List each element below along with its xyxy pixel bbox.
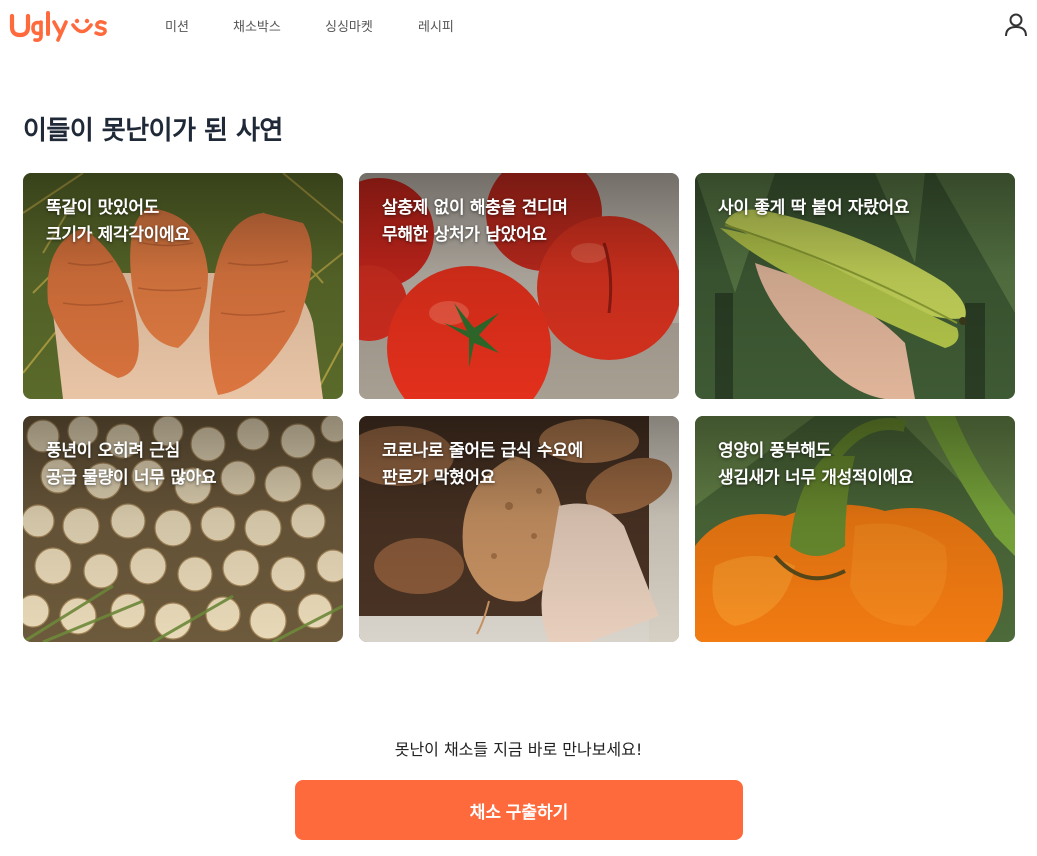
caption-line: 크기가 제각각이에요: [46, 225, 190, 245]
story-card-bell-pepper[interactable]: 영양이 풍부해도 생김새가 너무 개성적이에요: [695, 416, 1015, 642]
story-card-carrots[interactable]: 똑같이 맛있어도 크기가 제각각이에요: [23, 173, 343, 399]
story-card-bananas[interactable]: 사이 좋게 딱 붙어 자랐어요: [695, 173, 1015, 399]
caption-line: 무해한 상처가 남았어요: [382, 225, 547, 245]
story-card-tomatoes[interactable]: 살충제 없이 해충을 견디며 무해한 상처가 남았어요: [359, 173, 679, 399]
card-caption: 영양이 풍부해도 생김새가 너무 개성적이에요: [718, 438, 914, 492]
nav-item-recipe[interactable]: 레시피: [418, 16, 454, 35]
caption-line: 사이 좋게 딱 붙어 자랐어요: [718, 198, 910, 218]
story-card-onions[interactable]: 풍년이 오히려 근심 공급 물량이 너무 많아요: [23, 416, 343, 642]
card-caption: 코로나로 줄어든 급식 수요에 판로가 막혔어요: [382, 438, 583, 492]
user-icon: [1005, 13, 1027, 37]
nav-item-vegetable-box[interactable]: 채소박스: [233, 16, 281, 35]
card-caption: 풍년이 오히려 근심 공급 물량이 너무 많아요: [46, 438, 217, 492]
nav-item-fresh-market[interactable]: 싱싱마켓: [325, 16, 373, 35]
card-caption: 똑같이 맛있어도 크기가 제각각이에요: [46, 195, 190, 249]
caption-line: 공급 물량이 너무 많아요: [46, 468, 217, 488]
top-header: 미션 채소박스 싱싱마켓 레시피: [0, 0, 1037, 52]
page-title: 이들이 못난이가 된 사연: [23, 116, 283, 146]
nav-item-mission[interactable]: 미션: [165, 16, 189, 35]
user-account-button[interactable]: [1002, 11, 1030, 39]
cta-message: 못난이 채소들 지금 바로 만나보세요!: [394, 740, 643, 759]
caption-line: 살충제 없이 해충을 견디며: [382, 198, 568, 218]
caption-line: 똑같이 맛있어도: [46, 198, 159, 218]
caption-line: 생김새가 너무 개성적이에요: [718, 468, 914, 488]
story-card-sweet-potatoes[interactable]: 코로나로 줄어든 급식 수요에 판로가 막혔어요: [359, 416, 679, 642]
ugly-us-logo[interactable]: [9, 8, 109, 42]
caption-line: 판로가 막혔어요: [382, 468, 495, 488]
caption-line: 영양이 풍부해도: [718, 441, 831, 461]
caption-line: 풍년이 오히려 근심: [46, 441, 180, 461]
caption-line: 코로나로 줄어든 급식 수요에: [382, 441, 583, 461]
card-caption: 사이 좋게 딱 붙어 자랐어요: [718, 195, 910, 222]
card-caption: 살충제 없이 해충을 견디며 무해한 상처가 남았어요: [382, 195, 568, 249]
rescue-vegetables-button[interactable]: 채소 구출하기: [295, 780, 743, 840]
